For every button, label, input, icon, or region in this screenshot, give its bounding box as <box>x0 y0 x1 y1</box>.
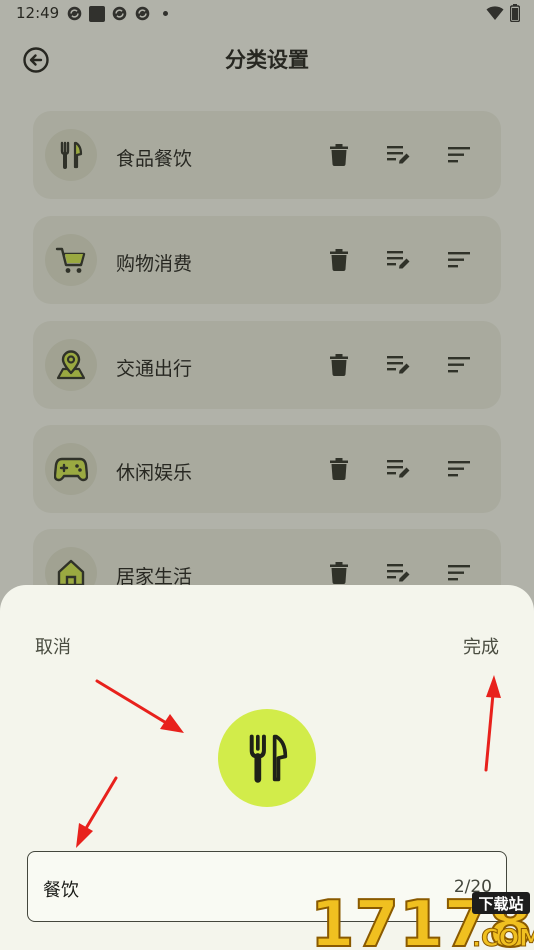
cancel-button[interactable]: 取消 <box>35 633 71 659</box>
done-button[interactable]: 完成 <box>463 633 499 659</box>
fork-knife-icon <box>249 734 288 783</box>
category-name-value[interactable]: 餐饮 <box>43 876 79 902</box>
watermark-badge: 下载站 <box>478 895 523 913</box>
screen: 12:49 分类设置 食品餐饮 购物消费 交通出行 休闲娱乐 居家生活 取消 完… <box>0 0 534 950</box>
icon-picker-button[interactable] <box>218 709 316 807</box>
site-watermark-logo: 17178 下载站 .COM <box>309 887 534 950</box>
watermark-suffix: .COM <box>472 924 534 950</box>
